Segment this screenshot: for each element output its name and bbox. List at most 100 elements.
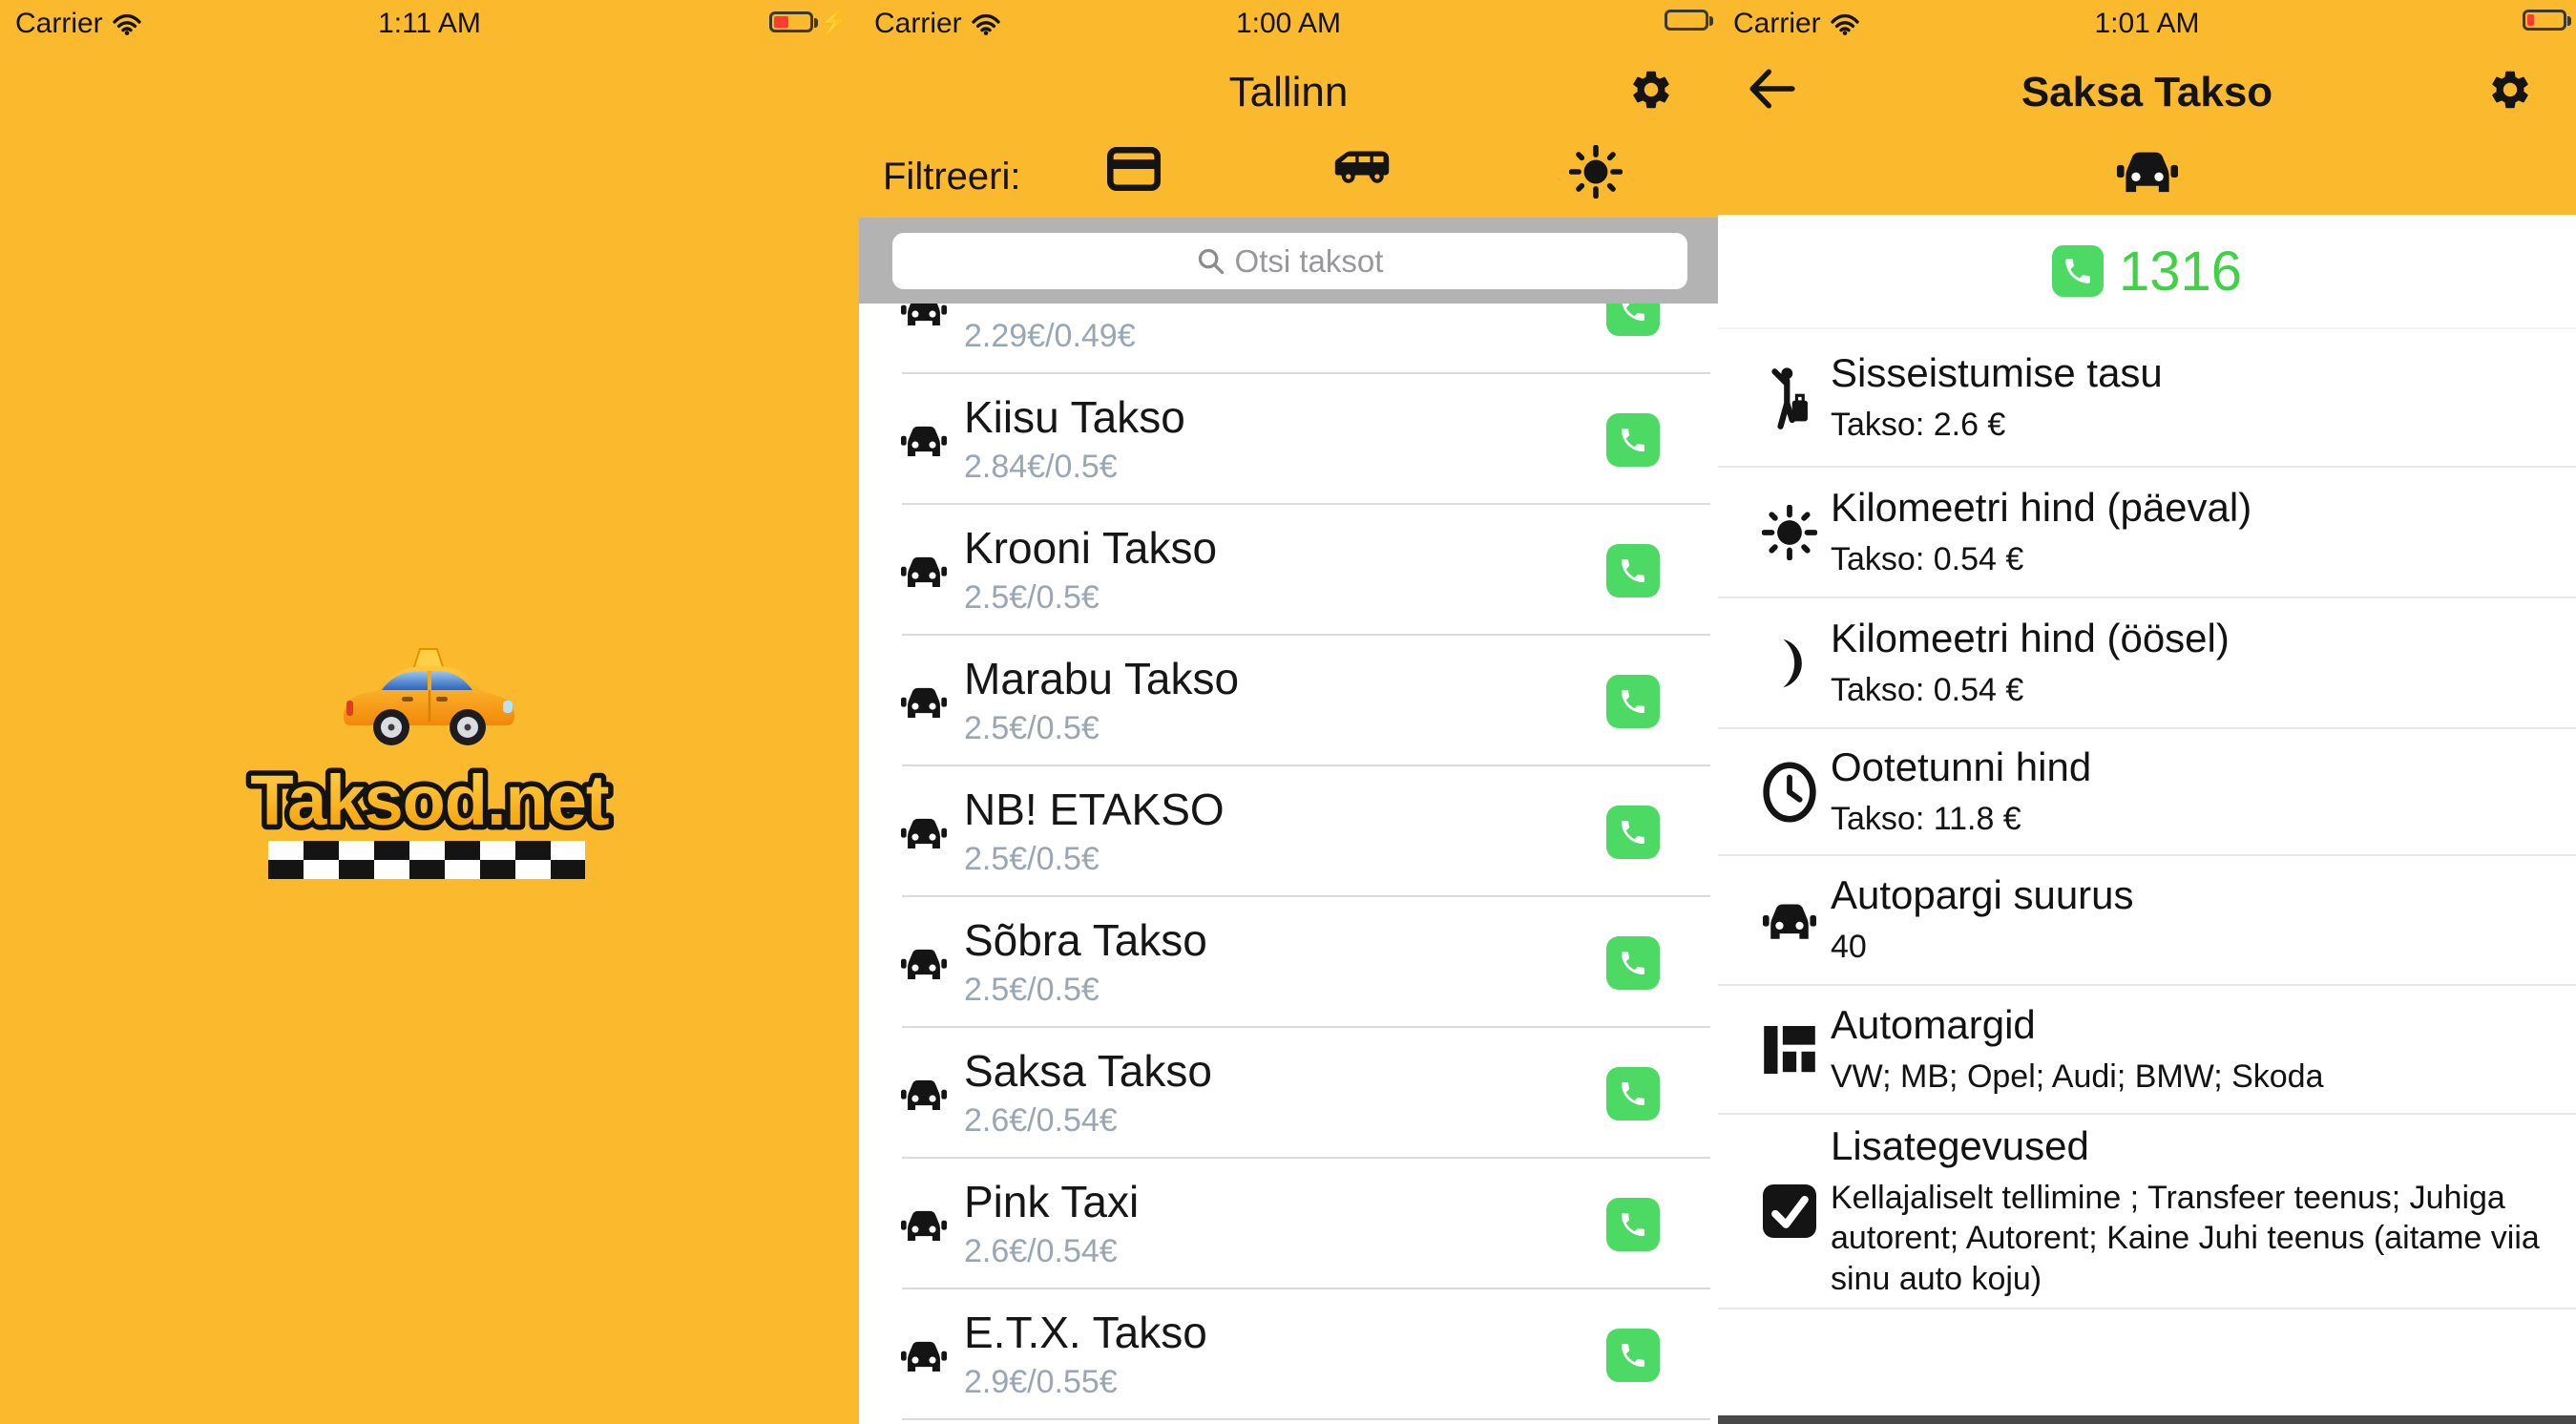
phone-icon [1618, 555, 1648, 586]
taxi-price: 2.84€/0.5€ [964, 449, 1185, 486]
call-button[interactable] [1606, 806, 1660, 859]
call-button[interactable] [1606, 1329, 1660, 1382]
detail-title: Ootetunni hind [1831, 744, 2091, 790]
search-icon [1197, 247, 1225, 276]
call-button[interactable] [1606, 544, 1660, 597]
detail-value: Takso: 0.54 € [1831, 539, 2251, 579]
settings-gear-icon[interactable] [2487, 67, 2533, 113]
detail-title: Kilomeetri hind (päeval) [1831, 485, 2251, 531]
taxi-price: 2.5€/0.5€ [964, 841, 1225, 878]
detail-value: Takso: 0.54 € [1831, 670, 2230, 710]
page-title: Tallinn [859, 69, 1718, 116]
phone-number-row[interactable]: 1316 [1718, 215, 2576, 329]
phone-number: 1316 [2119, 240, 2242, 304]
moon-icon [1769, 634, 1811, 693]
detail-title: Sisseistumise tasu [1831, 350, 2163, 396]
taxi-list-row[interactable]: Sõbra Takso 2.5€/0.5€ [859, 897, 1718, 1028]
car-icon [901, 421, 947, 459]
taxi-price: 2.5€/0.5€ [964, 972, 1207, 1009]
taxi-list-row[interactable]: Krooni Takso 2.5€/0.5€ [859, 505, 1718, 636]
status-time: 1:11 AM [0, 8, 859, 40]
detail-title: Lisategevused [1831, 1123, 2549, 1169]
phone-icon [1618, 686, 1648, 717]
phone-icon [1618, 817, 1648, 848]
clock-icon [1762, 761, 1817, 824]
detail-row: Kilomeetri hind (päeval) Takso: 0.54 € [1718, 468, 2576, 598]
taxi-price: 2.5€/0.5€ [964, 579, 1217, 617]
battery-icon [2523, 10, 2566, 31]
battery-icon [769, 11, 813, 32]
taxi-list-row[interactable]: NB! ETAKSO 2.5€/0.5€ [859, 766, 1718, 897]
taxi-list: Reval Takso 2.29€/0.49€ Kiisu Takso 2.84… [859, 243, 1718, 1420]
taxi-price: 2.6€/0.54€ [964, 1233, 1139, 1270]
app-screenshot: Carrier 1:11 AM ⚡ [0, 0, 2576, 1424]
checkbox-icon [1763, 1184, 1816, 1238]
settings-gear-icon[interactable] [1628, 67, 1674, 113]
charging-bolt-icon: ⚡ [819, 10, 849, 34]
phone-icon [1618, 1340, 1648, 1371]
sun-filter-icon[interactable] [1569, 145, 1623, 199]
van-filter-icon[interactable] [1332, 145, 1392, 189]
detail-row: Kilomeetri hind (öösel) Takso: 0.54 € [1718, 598, 2576, 729]
taxi-name: Krooni Takso [964, 524, 1217, 574]
detail-row: Ootetunni hind Takso: 11.8 € [1718, 729, 2576, 856]
call-button[interactable] [1606, 1067, 1660, 1120]
battery-icon [1665, 10, 1708, 31]
taxi-name: Pink Taxi [964, 1178, 1139, 1227]
search-input[interactable]: Otsi taksot [892, 233, 1687, 289]
call-button[interactable] [1606, 675, 1660, 728]
taxi-name: NB! ETAKSO [964, 785, 1225, 835]
phone-icon [1618, 1209, 1648, 1240]
car-icon [901, 944, 947, 982]
taxi-list-row[interactable]: Pink Taxi 2.6€/0.54€ [859, 1159, 1718, 1289]
search-band: Otsi taksot [859, 218, 1718, 304]
call-button[interactable] [1606, 413, 1660, 467]
person-luggage-icon [1768, 364, 1812, 432]
car-icon [901, 813, 947, 851]
detail-title: Autopargi suurus [1831, 872, 2134, 918]
phone-icon [1618, 1078, 1648, 1109]
taxi-name: E.T.X. Takso [964, 1309, 1207, 1358]
phone-icon [2062, 255, 2094, 287]
taxi-detail-screen: Carrier 1:01 AM Saksa Takso 1316 [1718, 0, 2576, 1424]
taxi-name: Sõbra Takso [964, 916, 1207, 966]
car-icon [1763, 898, 1816, 943]
car-icon [901, 1075, 947, 1113]
taxi-list-screen: Carrier 1:00 AM Tallinn Filtreeri: [859, 0, 1718, 1424]
car-icon [2117, 145, 2178, 196]
detail-value: 40 [1831, 927, 2134, 967]
page-title: Saksa Takso [1718, 69, 2576, 116]
detail-row: Automargid VW; MB; Opel; Audi; BMW; Skod… [1718, 986, 2576, 1115]
sun-icon [1762, 505, 1817, 560]
phone-icon [1618, 948, 1648, 978]
checkered-flag-strip [268, 841, 585, 879]
car-icon [901, 1205, 947, 1244]
detail-row: Autopargi suurus 40 [1718, 856, 2576, 986]
bottom-edge-bar [1718, 1415, 2576, 1424]
taxi-price: 2.5€/0.5€ [964, 710, 1239, 747]
car-icon [901, 552, 947, 590]
taxi-list-row[interactable]: Saksa Takso 2.6€/0.54€ [859, 1028, 1718, 1159]
taksod-net-logo: Taksod.net [0, 754, 859, 849]
status-bar: Carrier 1:11 AM ⚡ [0, 0, 859, 44]
phone-icon [1618, 425, 1648, 455]
status-time: 1:00 AM [859, 8, 1718, 40]
call-button[interactable] [1606, 936, 1660, 990]
taxi-list-row[interactable]: Kiisu Takso 2.84€/0.5€ [859, 374, 1718, 505]
detail-value: Kellajaliselt tellimine ; Transfeer teen… [1831, 1178, 2549, 1298]
call-button[interactable] [1606, 1198, 1660, 1251]
taxi-price: 2.9€/0.55€ [964, 1364, 1207, 1401]
detail-value: Takso: 2.6 € [1831, 405, 2163, 445]
status-time: 1:01 AM [1718, 8, 2576, 40]
taxi-list-row[interactable]: Marabu Takso 2.5€/0.5€ [859, 636, 1718, 766]
call-button[interactable] [2052, 245, 2104, 297]
detail-row: Lisategevused Kellajaliselt tellimine ; … [1718, 1115, 2576, 1309]
car-icon [901, 682, 947, 721]
card-payment-filter-icon[interactable] [1107, 145, 1161, 193]
taxi-name: Saksa Takso [964, 1047, 1212, 1097]
detail-value: VW; MB; Opel; Audi; BMW; Skoda [1831, 1057, 2324, 1097]
car-icon [901, 1336, 947, 1374]
taxi-list-row[interactable]: E.T.X. Takso 2.9€/0.55€ [859, 1289, 1718, 1420]
filter-label: Filtreeri: [883, 156, 1020, 199]
orange-header: Carrier 1:01 AM Saksa Takso [1718, 0, 2576, 215]
